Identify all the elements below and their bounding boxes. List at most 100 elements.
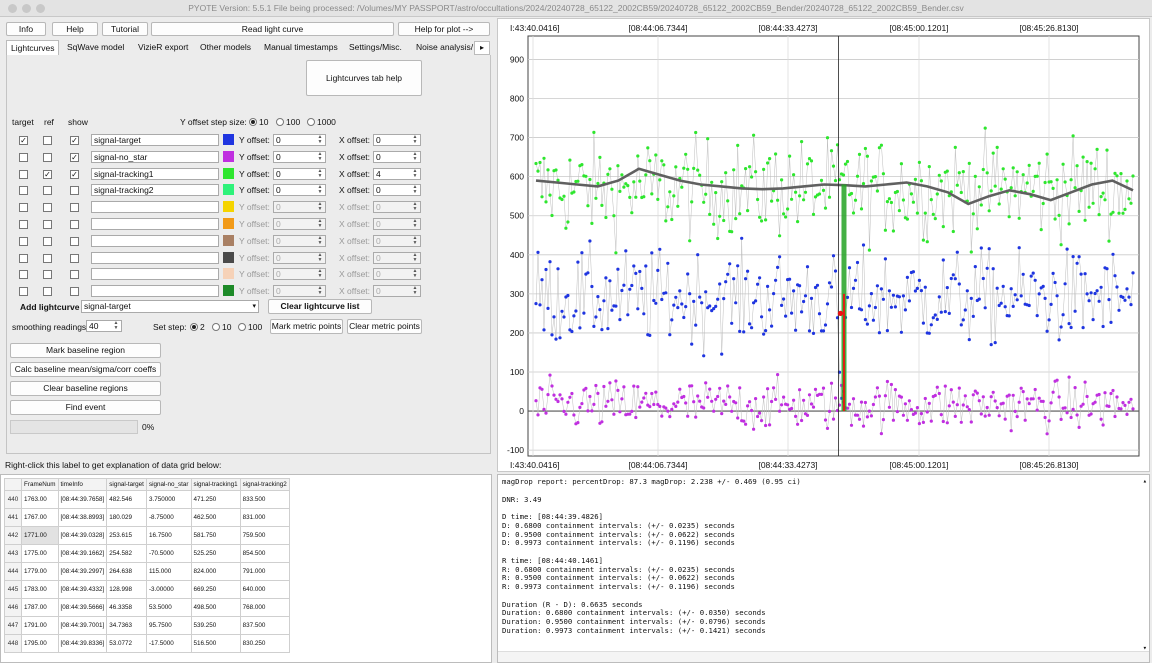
target-checkbox[interactable] [19,186,28,195]
ref-checkbox[interactable] [43,136,52,145]
target-checkbox[interactable]: ✓ [19,136,28,145]
info-button[interactable]: Info [6,22,46,36]
stepper-arrows-icon[interactable]: ▲ ▼ [112,321,120,331]
target-checkbox[interactable] [19,170,28,179]
table-cell[interactable]: -17.5000 [145,634,192,653]
x-offset-spinner[interactable]: 0 ▲ ▼ [373,151,421,163]
column-header[interactable]: signal-tracking2 [239,478,290,491]
stepper-arrows-icon[interactable]: ▲ ▼ [316,219,324,229]
set-step-10-radio[interactable] [212,323,220,331]
table-cell[interactable]: 471.250 [190,490,241,509]
tab-noise-analysis[interactable]: Noise analysis/ [412,40,480,54]
curve-name-field[interactable] [91,268,219,280]
x-offset-spinner[interactable]: 0 ▲ ▼ [373,285,421,297]
table-cell[interactable]: 516.500 [190,634,241,653]
table-cell[interactable]: 53.0772 [106,634,147,653]
table-cell[interactable]: 830.250 [239,634,290,653]
table-cell[interactable]: -8.75000 [145,508,192,527]
x-offset-spinner[interactable]: 0 ▲ ▼ [373,134,421,146]
minimize-window-icon[interactable] [22,4,31,13]
table-row[interactable]: 446 1787.00 [08:44:39.5666] 46.3358 53.5000 4… [4,598,290,617]
y-offset-spinner[interactable]: 0 ▲ ▼ [273,235,326,247]
table-cell[interactable]: 759.500 [239,526,290,545]
stepper-arrows-icon[interactable]: ▲ ▼ [411,169,419,179]
table-cell[interactable]: [08:44:39.4332] [57,580,108,599]
table-cell[interactable]: [08:44:39.5666] [57,598,108,617]
table-cell[interactable]: 1795.00 [21,634,59,653]
clear-lightcurve-list-button[interactable]: Clear lightcurve list [268,299,372,314]
calc-baseline-button[interactable]: Calc baseline mean/sigma/corr coeffs [10,362,161,377]
y-offset-spinner[interactable]: 0 ▲ ▼ [273,168,326,180]
table-row[interactable]: 444 1779.00 [08:44:39.2997] 264.638 115.000 8… [4,562,290,581]
tab-vizier-export[interactable]: VizieR export [134,40,193,54]
table-cell[interactable]: 53.5000 [145,598,192,617]
stepper-arrows-icon[interactable]: ▲ ▼ [316,286,324,296]
target-checkbox[interactable] [19,237,28,246]
curve-name-field[interactable]: signal-no_star [91,151,219,163]
curve-color-swatch[interactable] [223,252,234,263]
table-cell[interactable]: 854.500 [239,544,290,563]
stepper-arrows-icon[interactable]: ▲ ▼ [316,236,324,246]
table-row[interactable]: 443 1775.00 [08:44:39.1662] 254.582 -70.5000… [4,544,290,563]
ref-checkbox[interactable] [43,203,52,212]
ref-checkbox[interactable]: ✓ [43,170,52,179]
y-offset-spinner[interactable]: 0 ▲ ▼ [273,201,326,213]
curve-name-field[interactable] [91,285,219,297]
ref-checkbox[interactable] [43,270,52,279]
y-offset-spinner[interactable]: 0 ▲ ▼ [273,252,326,264]
curve-color-swatch[interactable] [223,285,234,296]
curve-color-swatch[interactable] [223,151,234,162]
step-100-radio[interactable] [276,118,284,126]
show-checkbox[interactable] [70,203,79,212]
table-cell[interactable]: [08:44:39.8336] [57,634,108,653]
tutorial-button[interactable]: Tutorial [102,22,148,36]
table-cell[interactable]: 539.250 [190,616,241,635]
curve-color-swatch[interactable] [223,218,234,229]
mark-metric-points-button[interactable]: Mark metric points [270,319,343,334]
show-checkbox[interactable] [70,287,79,296]
table-cell[interactable]: 1767.00 [21,508,59,527]
y-offset-spinner[interactable]: 0 ▲ ▼ [273,218,326,230]
stepper-arrows-icon[interactable]: ▲ ▼ [411,152,419,162]
zoom-window-icon[interactable] [36,4,45,13]
stepper-arrows-icon[interactable]: ▲ ▼ [411,236,419,246]
table-cell[interactable]: -3.00000 [145,580,192,599]
curve-color-swatch[interactable] [223,268,234,279]
table-cell[interactable]: 824.000 [190,562,241,581]
ref-checkbox[interactable] [43,153,52,162]
table-cell[interactable]: 3.750000 [145,490,192,509]
table-cell[interactable]: 525.250 [190,544,241,563]
show-checkbox[interactable] [70,186,79,195]
report-text-area[interactable]: magDrop report: percentDrop: 87.3 magDro… [497,474,1150,663]
help-button[interactable]: Help [52,22,98,36]
table-row[interactable]: 440 1763.00 [08:44:39.7658] 482.546 3.750000… [4,490,290,509]
table-cell[interactable]: [08:44:39.0328] [57,526,108,545]
table-cell[interactable]: [08:44:39.1662] [57,544,108,563]
tab-sqwave-model[interactable]: SqWave model [63,40,129,54]
show-checkbox[interactable]: ✓ [70,153,79,162]
tab-manual-timestamps[interactable]: Manual timestamps [260,40,342,54]
table-cell[interactable]: 254.582 [106,544,147,563]
scroll-down-icon[interactable]: ▾ [1143,644,1147,652]
tab-settings-misc[interactable]: Settings/Misc. [345,40,406,54]
table-cell[interactable]: 837.500 [239,616,290,635]
read-light-curve-button[interactable]: Read light curve [151,22,394,36]
column-header[interactable]: signal-tracking1 [190,478,241,491]
stepper-arrows-icon[interactable]: ▲ ▼ [411,202,419,212]
stepper-arrows-icon[interactable]: ▲ ▼ [316,202,324,212]
step-1000-radio[interactable] [307,118,315,126]
curve-name-field[interactable]: signal-tracking1 [91,168,219,180]
stepper-arrows-icon[interactable]: ▲ ▼ [316,152,324,162]
curve-color-swatch[interactable] [223,134,234,145]
table-cell[interactable]: -70.5000 [145,544,192,563]
table-cell[interactable]: 34.7363 [106,616,147,635]
stepper-arrows-icon[interactable]: ▲ ▼ [316,169,324,179]
ref-checkbox[interactable] [43,186,52,195]
table-cell[interactable]: 831.000 [239,508,290,527]
x-offset-spinner[interactable]: 0 ▲ ▼ [373,218,421,230]
data-grid-hint-label[interactable]: Right-click this label to get explanatio… [5,460,221,470]
show-checkbox[interactable] [70,220,79,229]
show-checkbox[interactable]: ✓ [70,136,79,145]
set-step-100-radio[interactable] [238,323,246,331]
ref-checkbox[interactable] [43,237,52,246]
